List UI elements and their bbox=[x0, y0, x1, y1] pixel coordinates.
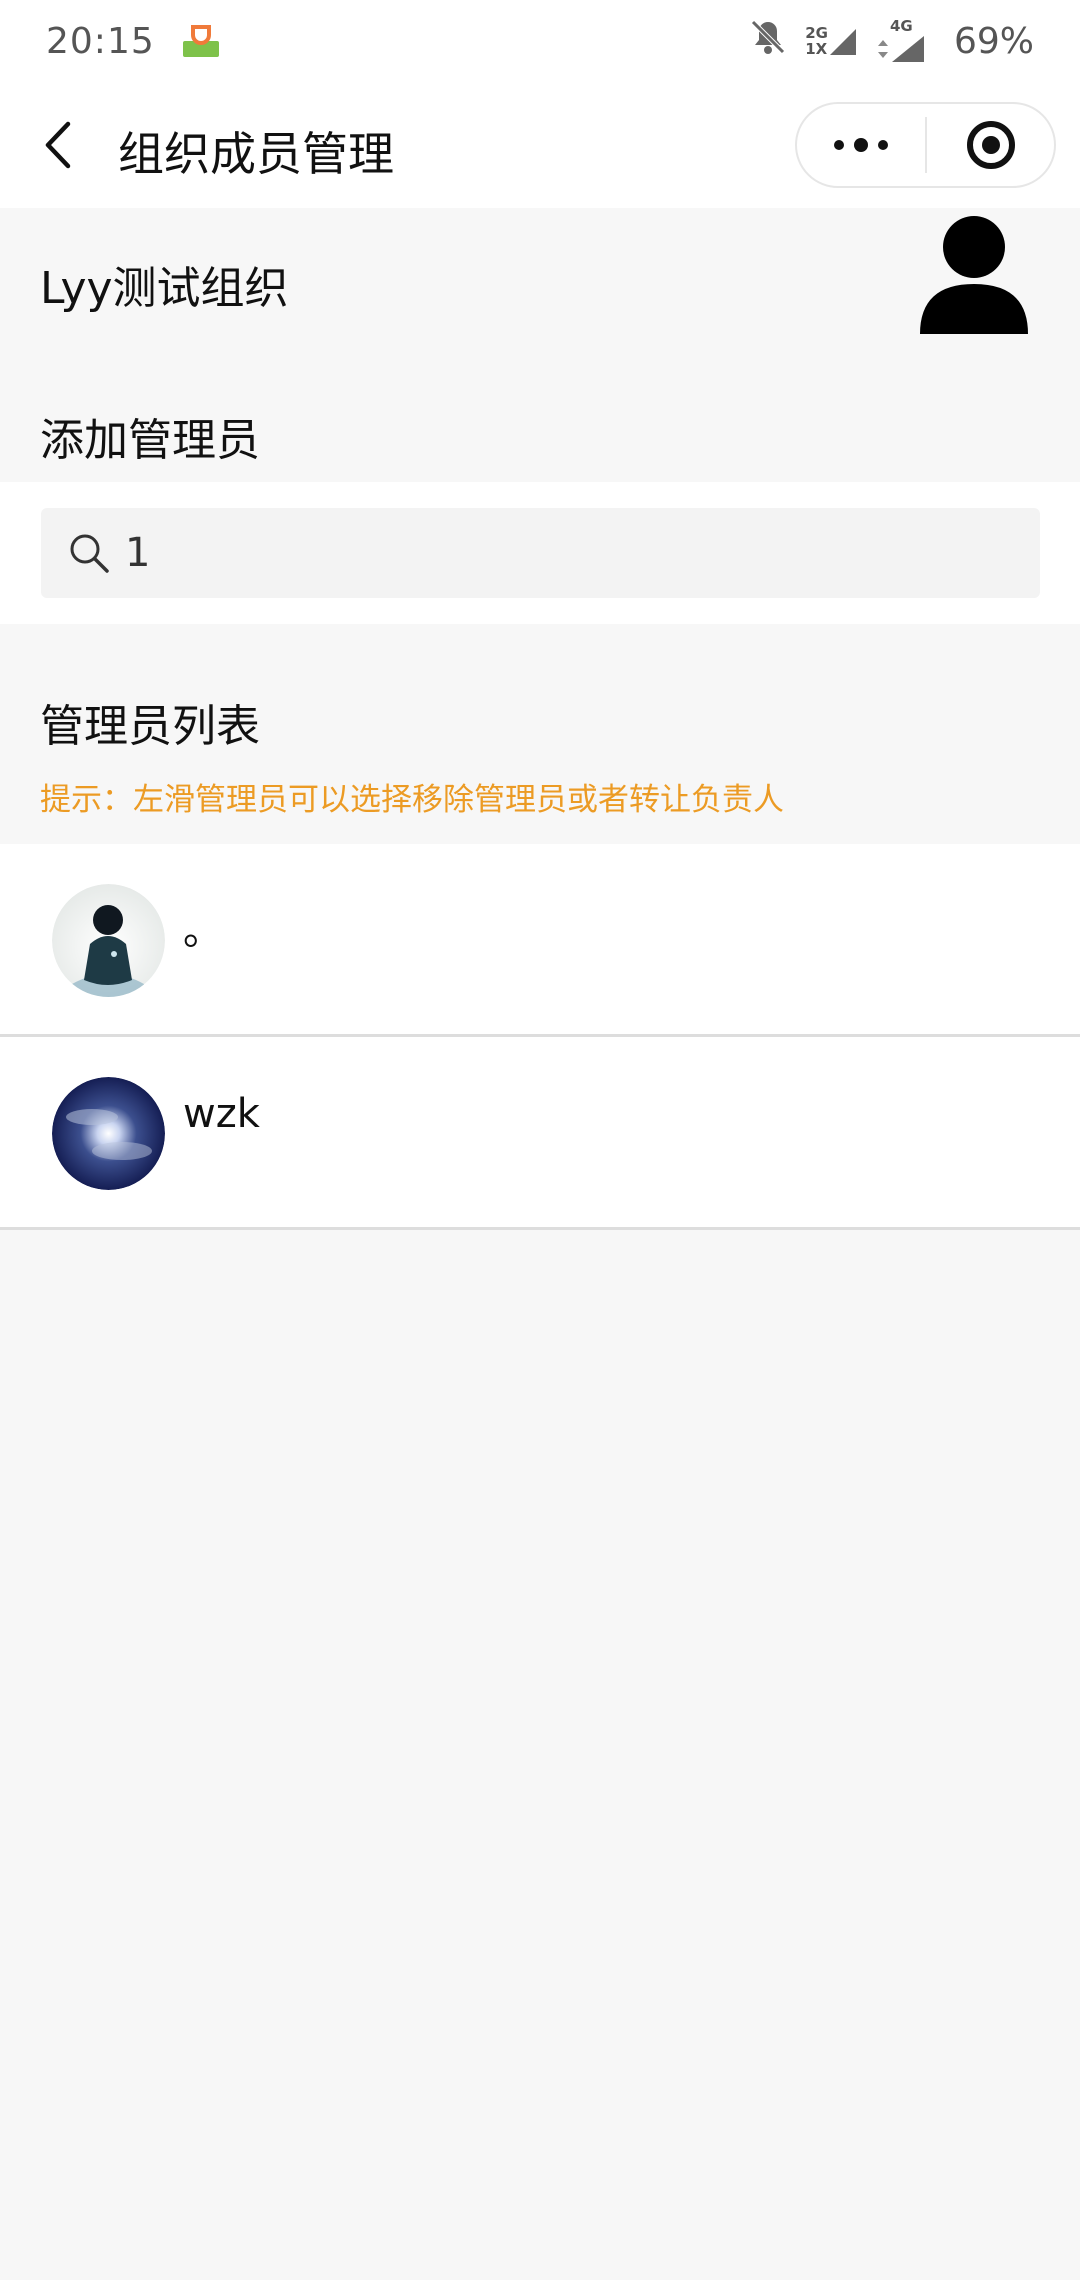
search-area bbox=[0, 482, 1080, 624]
mute-bell-icon bbox=[749, 18, 787, 65]
admin-list-label: 管理员列表 bbox=[40, 701, 260, 752]
search-box[interactable] bbox=[41, 508, 1040, 598]
signal-2g-icon: 2G 1X bbox=[805, 25, 858, 57]
organization-name: Lyy测试组织 bbox=[40, 263, 289, 314]
signal-4g-icon: 4G bbox=[876, 18, 926, 64]
status-time: 20:15 bbox=[46, 20, 155, 62]
network-label-2g: 2G bbox=[805, 24, 828, 42]
admin-list: 。 wzk bbox=[0, 844, 1080, 1230]
member-name: 。 bbox=[183, 908, 223, 954]
search-icon bbox=[67, 531, 111, 575]
avatar bbox=[52, 1077, 165, 1190]
network-label-1x: 1X bbox=[805, 40, 828, 58]
list-item[interactable]: wzk bbox=[0, 1037, 1080, 1230]
network-label-4g: 4G bbox=[889, 17, 913, 35]
member-name: wzk bbox=[183, 1091, 260, 1137]
battery-level: 69% bbox=[953, 20, 1034, 62]
navigation-bar: 组织成员管理 bbox=[0, 82, 1080, 208]
more-dots-icon bbox=[834, 138, 888, 152]
list-item[interactable]: 。 bbox=[0, 844, 1080, 1037]
organization-header: Lyy测试组织 bbox=[0, 208, 1080, 360]
app-notification-icon bbox=[181, 23, 221, 59]
add-admin-label: 添加管理员 bbox=[40, 415, 260, 466]
person-icon[interactable] bbox=[918, 216, 1030, 334]
search-input[interactable] bbox=[125, 530, 1005, 576]
mini-program-capsule bbox=[795, 102, 1056, 188]
close-mini-program-button[interactable] bbox=[927, 104, 1054, 186]
status-bar: 20:15 2G 1X 4G 69% bbox=[0, 0, 1080, 82]
more-menu-button[interactable] bbox=[797, 104, 925, 186]
target-close-icon bbox=[966, 121, 1015, 169]
back-button[interactable] bbox=[40, 120, 80, 170]
avatar bbox=[52, 884, 165, 997]
page-title: 组织成员管理 bbox=[118, 127, 394, 181]
admin-list-hint: 提示：左滑管理员可以选择移除管理员或者转让负责人 bbox=[40, 782, 784, 818]
